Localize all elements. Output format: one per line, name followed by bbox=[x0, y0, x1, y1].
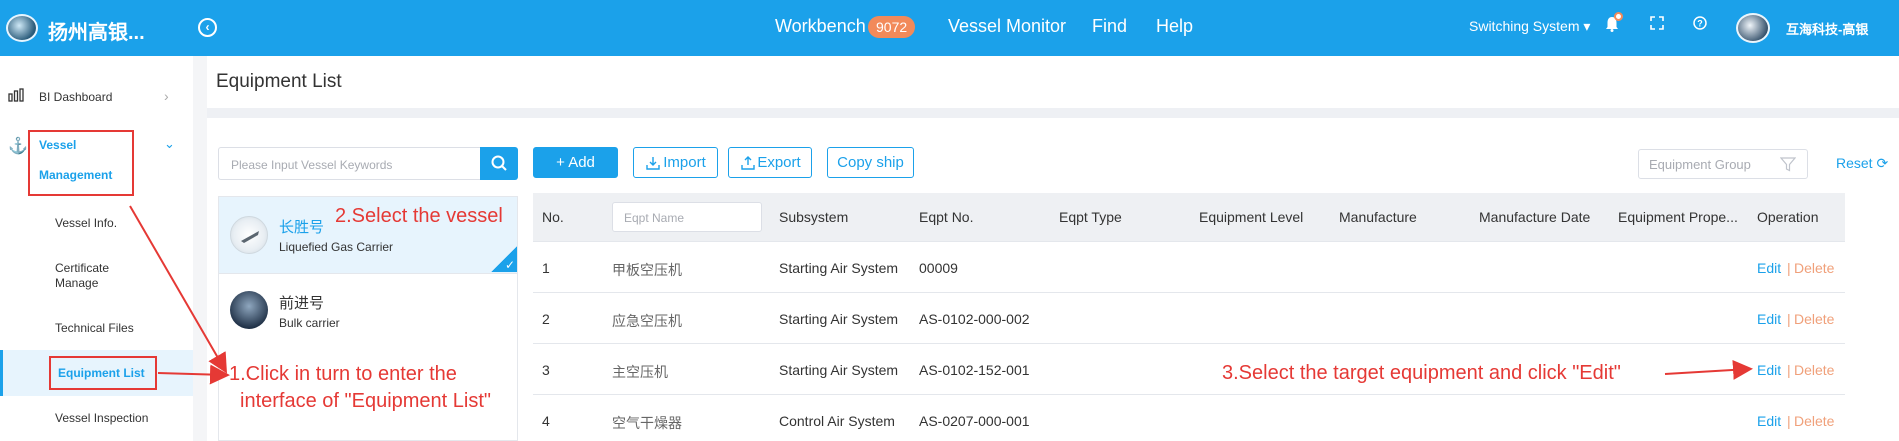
annotation-arrows bbox=[129, 205, 1753, 385]
arrow-step1-horizontal bbox=[157, 364, 230, 385]
arrow-step1-diagonal bbox=[129, 205, 228, 374]
arrow-step3 bbox=[1664, 359, 1753, 380]
